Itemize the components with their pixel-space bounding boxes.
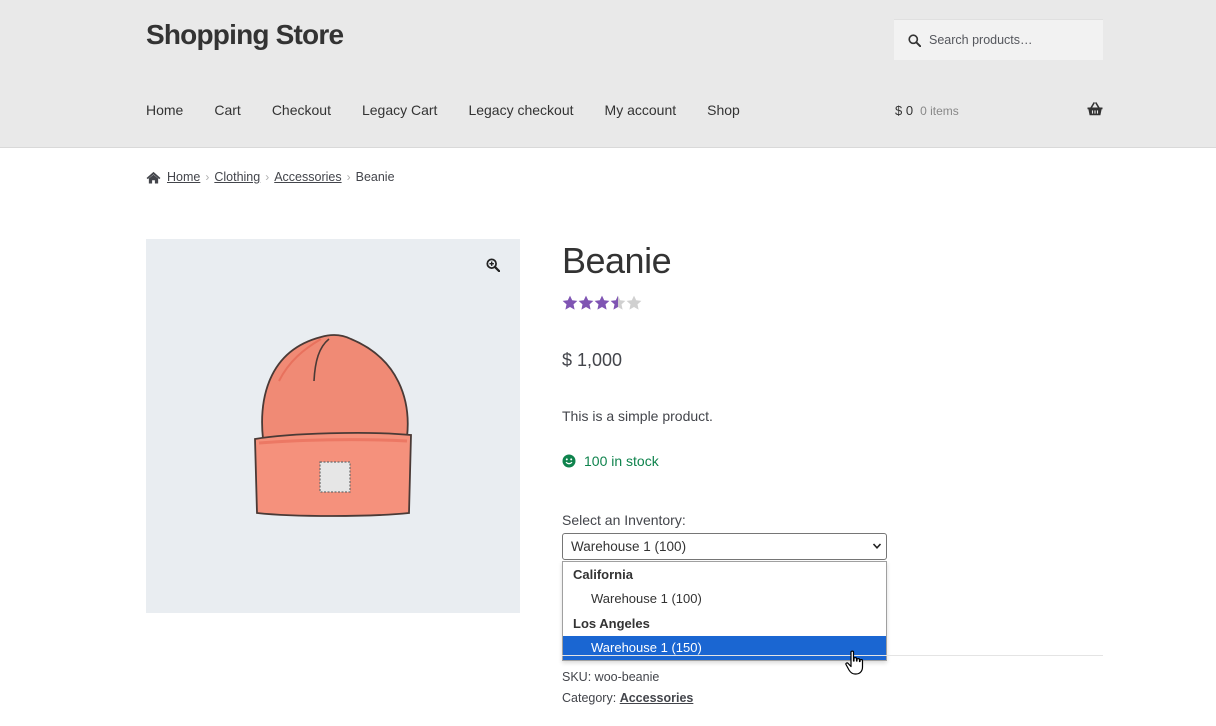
rating-star-icon <box>562 295 578 310</box>
sku-value: woo-beanie <box>594 670 660 684</box>
cart-item-count: 0 items <box>920 103 959 118</box>
category-line: Category: Accessories <box>562 691 693 705</box>
hand-cursor-icon <box>845 650 864 675</box>
search-icon <box>908 33 921 47</box>
breadcrumb-clothing[interactable]: Clothing <box>214 170 260 184</box>
chevron-down-icon <box>872 543 882 549</box>
rating-star-icon <box>594 295 610 310</box>
option-california-warehouse-1[interactable]: Warehouse 1 (100) <box>563 587 886 611</box>
search-input[interactable] <box>929 33 1089 47</box>
nav-legacy-checkout[interactable]: Legacy checkout <box>468 102 573 118</box>
optgroup-california: California <box>573 567 633 582</box>
nav-shop[interactable]: Shop <box>707 102 740 118</box>
meta-divider <box>562 655 1103 656</box>
nav-legacy-cart[interactable]: Legacy Cart <box>362 102 437 118</box>
product-short-description: This is a simple product. <box>562 408 713 424</box>
product-price: $ 1,000 <box>562 350 623 370</box>
breadcrumb-home[interactable]: Home <box>167 170 200 184</box>
site-header: Shopping Store Home Cart Checkout Legacy… <box>0 0 1216 148</box>
nav-checkout[interactable]: Checkout <box>272 102 331 118</box>
search-box[interactable] <box>894 19 1103 60</box>
category-link[interactable]: Accessories <box>620 691 694 705</box>
inventory-label: Select an Inventory: <box>562 512 686 528</box>
sku-line: SKU: woo-beanie <box>562 670 659 684</box>
breadcrumb-separator: › <box>346 170 351 184</box>
inventory-select[interactable]: Warehouse 1 (100) <box>562 533 887 560</box>
basket-icon[interactable] <box>1087 102 1103 116</box>
inventory-selected-value: Warehouse 1 (100) <box>571 539 687 554</box>
breadcrumb-separator: › <box>205 170 210 184</box>
optgroup-los-angeles: Los Angeles <box>573 616 650 631</box>
nav-home[interactable]: Home <box>146 102 183 118</box>
zoom-icon[interactable] <box>486 258 500 272</box>
cart-total: $ 0 <box>895 103 914 118</box>
star-rating <box>562 295 642 311</box>
breadcrumb-accessories[interactable]: Accessories <box>274 170 341 184</box>
breadcrumb-current: Beanie <box>355 170 395 184</box>
product-gallery[interactable] <box>146 239 520 613</box>
nav-cart[interactable]: Cart <box>214 102 240 118</box>
stock-text: 100 in stock <box>584 453 659 469</box>
nav-my-account[interactable]: My account <box>605 102 677 118</box>
header-cart[interactable]: $ 0 0 items <box>895 102 1103 118</box>
option-los-angeles-warehouse-1[interactable]: Warehouse 1 (150) <box>563 636 886 660</box>
sku-label: SKU: <box>562 670 592 684</box>
stock-status: 100 in stock <box>562 453 659 469</box>
site-title[interactable]: Shopping Store <box>146 19 344 51</box>
smile-icon <box>562 454 576 468</box>
beanie-product-image[interactable] <box>249 331 417 521</box>
home-icon <box>146 171 161 184</box>
breadcrumb: Home › Clothing › Accessories › Beanie <box>146 170 395 184</box>
breadcrumb-separator: › <box>265 170 270 184</box>
category-label: Category: <box>562 691 617 705</box>
rating-star-icon <box>626 295 642 310</box>
rating-star-icon <box>578 295 594 310</box>
rating-star-icon <box>610 295 626 310</box>
inventory-dropdown-list: California Warehouse 1 (100) Los Angeles… <box>562 561 887 661</box>
product-title: Beanie <box>562 240 672 281</box>
primary-nav: Home Cart Checkout Legacy Cart Legacy ch… <box>146 102 771 118</box>
